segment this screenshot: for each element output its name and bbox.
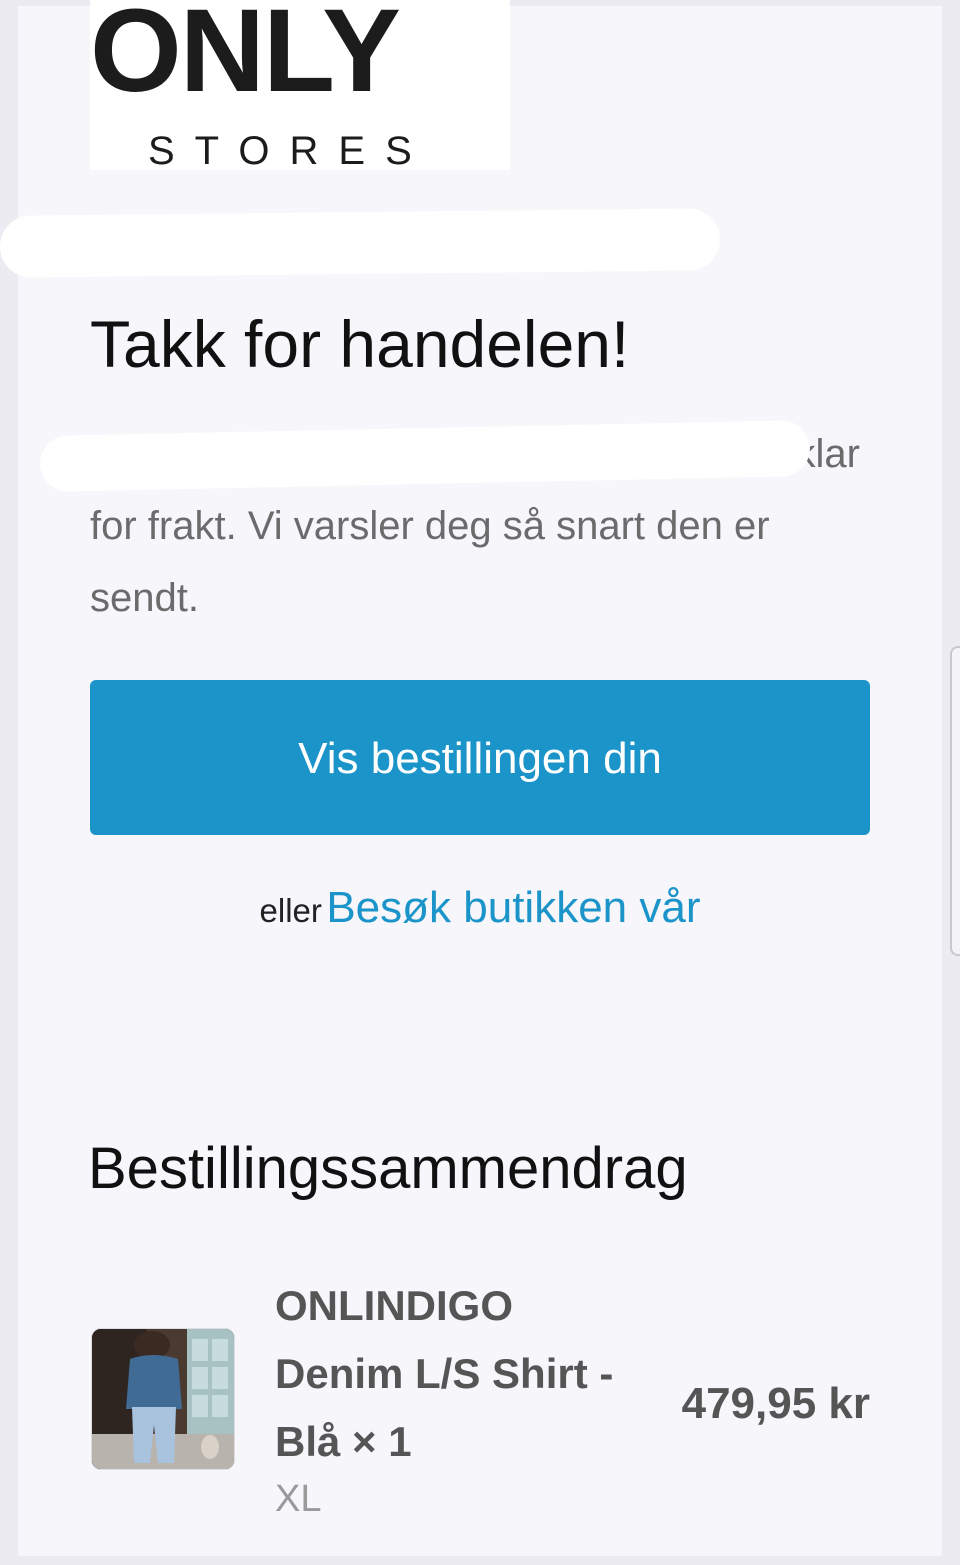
view-order-button[interactable]: Vis bestillingen din [90, 680, 870, 835]
message-remaining-text: for frakt. Vi varsler deg så snart den e… [90, 504, 770, 620]
product-photo-illustration [92, 1329, 234, 1469]
or-label: eller [259, 892, 322, 929]
visit-store-link[interactable]: Besøk butikken vår [326, 883, 700, 932]
product-size: XL [275, 1478, 322, 1520]
product-image[interactable] [91, 1328, 235, 1470]
page-title: Takk for handelen! [90, 307, 630, 381]
logo-wordmark: ONLY [90, 0, 401, 117]
scroll-indicator[interactable] [950, 646, 960, 956]
brand-logo: ONLY STORES [90, 0, 510, 173]
product-price: 479,95 kr [681, 1379, 870, 1428]
page: ONLY STORES Takk for handelen! klar for … [0, 0, 960, 1565]
store-link-line: eller Besøk butikken vår [0, 880, 960, 946]
redaction-mark [0, 208, 721, 278]
order-summary-title: Bestillingssammendrag [88, 1136, 688, 1201]
logo-subtitle: STORES [148, 129, 432, 173]
product-name: ONLINDIGO Denim L/S Shirt - Blå × 1 [275, 1282, 614, 1465]
